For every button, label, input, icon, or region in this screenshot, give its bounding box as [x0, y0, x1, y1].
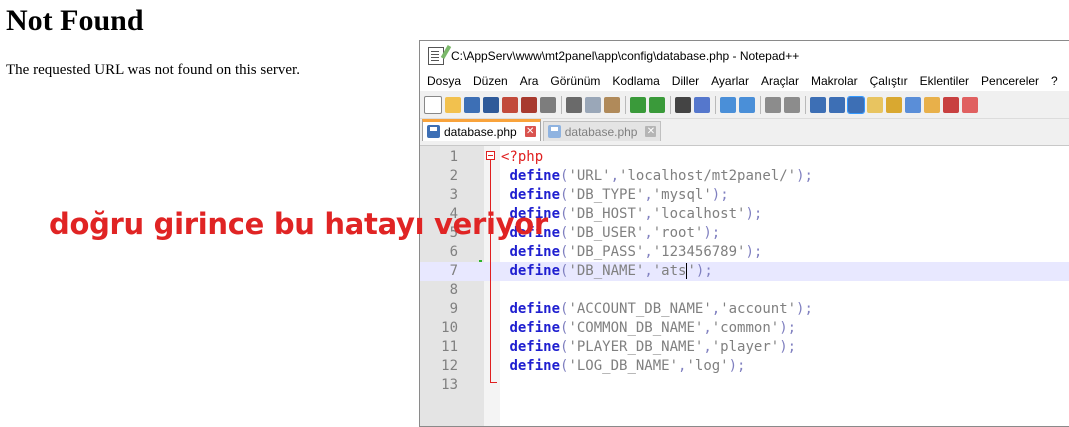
sync-vertical-icon[interactable]	[765, 96, 781, 113]
paste-icon[interactable]	[604, 96, 620, 113]
close-icon[interactable]	[502, 96, 518, 113]
code-line[interactable]: 3 define('DB_TYPE','mysql');	[420, 186, 1069, 205]
close-all-icon[interactable]	[521, 96, 537, 113]
print-icon[interactable]	[540, 96, 556, 113]
code-lines[interactable]: 1 <?php 2 define('URL','localhost/mt2panel…	[420, 148, 1069, 395]
code-text: define('PLAYER_DB_NAME','player');	[509, 339, 797, 355]
notepad-app-icon	[428, 46, 444, 65]
cut-icon[interactable]	[566, 96, 582, 113]
find-icon[interactable]	[675, 96, 691, 113]
code-text: define('URL','localhost/mt2panel/');	[509, 168, 813, 184]
code-text: define('LOG_DB_NAME','log');	[509, 358, 746, 374]
indent-guide-icon[interactable]	[847, 95, 865, 114]
line-number: 13	[441, 377, 458, 393]
line-number: 2	[449, 168, 458, 184]
function-list-icon[interactable]	[905, 96, 921, 113]
fold-collapse-icon[interactable]	[486, 151, 495, 160]
menu-item-1[interactable]: Düzen	[467, 74, 514, 88]
redo-icon[interactable]	[649, 96, 665, 113]
line-number: 8	[449, 282, 458, 298]
line-number: 1	[449, 149, 458, 165]
sync-horizontal-icon[interactable]	[784, 96, 800, 113]
menu-item-4[interactable]: Kodlama	[606, 74, 665, 88]
code-line[interactable]: 10 define('COMMON_DB_NAME','common');	[420, 319, 1069, 338]
menu-item-11[interactable]: Pencereler	[975, 74, 1045, 88]
macro-record-icon[interactable]	[962, 96, 978, 113]
code-editor[interactable]: 1 <?php 2 define('URL','localhost/mt2panel…	[420, 145, 1069, 426]
document-map-icon[interactable]	[886, 96, 902, 113]
file-save-state-icon	[427, 125, 440, 138]
code-line[interactable]: 9 define('ACCOUNT_DB_NAME','account');	[420, 300, 1069, 319]
zoom-out-icon[interactable]	[739, 96, 755, 113]
code-text: <?php	[501, 149, 544, 165]
code-text: define('DB_TYPE','mysql');	[509, 187, 729, 203]
toolbar-separator	[561, 95, 562, 114]
toolbar-separator	[625, 95, 626, 114]
code-line[interactable]: 7 define('DB_NAME','ats');	[420, 262, 1069, 281]
open-file-icon[interactable]	[445, 96, 461, 113]
menu-bar: Dosya Düzen Ara Görünüm Kodlama Diller Ayarlar…	[420, 70, 1069, 91]
title-bar[interactable]: C:\AppServ\www\mt2panel\app\config\datab…	[420, 41, 1069, 70]
line-number: 3	[449, 187, 458, 203]
copy-icon[interactable]	[585, 96, 601, 113]
toolbar-separator	[670, 95, 671, 114]
line-number: 6	[449, 244, 458, 260]
file-save-state-icon	[547, 125, 561, 138]
menu-item-12[interactable]: ?	[1045, 74, 1064, 88]
replace-icon[interactable]	[694, 96, 710, 113]
menu-item-10[interactable]: Eklentiler	[914, 74, 975, 88]
annotation-text: doğru girince bu hatayı veriyor	[49, 207, 548, 241]
user-language-icon[interactable]	[867, 96, 883, 113]
new-file-icon[interactable]	[424, 95, 442, 114]
tab-database-php-1[interactable]: database.php ✕	[422, 119, 541, 141]
menu-item-5[interactable]: Diller	[666, 74, 705, 88]
line-number: 9	[449, 301, 458, 317]
fold-end	[490, 382, 497, 383]
menu-item-7[interactable]: Araçlar	[755, 74, 805, 88]
code-text: define('ACCOUNT_DB_NAME','account');	[509, 301, 813, 317]
menu-item-6[interactable]: Ayarlar	[705, 74, 755, 88]
code-line[interactable]: 11 define('PLAYER_DB_NAME','player');	[420, 338, 1069, 357]
save-all-icon[interactable]	[483, 96, 499, 113]
show-all-chars-icon[interactable]	[829, 96, 845, 113]
menu-item-2[interactable]: Ara	[514, 74, 545, 88]
menu-item-0[interactable]: Dosya	[421, 74, 467, 88]
line-number: 7	[449, 263, 458, 279]
close-tab-icon[interactable]: ✕	[645, 126, 657, 137]
tab-label: database.php	[564, 124, 638, 139]
toolbar-separator	[760, 95, 761, 114]
tab-label: database.php	[444, 124, 517, 139]
tab-database-php-2[interactable]: database.php ✕	[542, 121, 662, 141]
code-line[interactable]: 1 <?php	[420, 148, 1069, 167]
toolbar-separator	[805, 95, 806, 114]
page-title: Not Found	[6, 4, 144, 37]
error-message: The requested URL was not found on this …	[6, 62, 300, 78]
folder-workspace-icon[interactable]	[924, 96, 940, 113]
code-line[interactable]: 13	[420, 376, 1069, 395]
line-number: 11	[441, 339, 458, 355]
tab-bar: database.php ✕ database.php ✕	[420, 119, 1069, 141]
line-number: 12	[441, 358, 458, 374]
code-text: define('DB_PASS','123456789');	[509, 244, 763, 260]
close-tab-icon[interactable]: ✕	[524, 126, 536, 137]
code-line[interactable]: 2 define('URL','localhost/mt2panel/');	[420, 167, 1069, 186]
word-wrap-icon[interactable]	[810, 96, 826, 113]
menu-item-9[interactable]: Çalıştır	[864, 74, 914, 88]
code-text: define('COMMON_DB_NAME','common');	[509, 320, 797, 336]
fold-line	[490, 160, 491, 382]
zoom-in-icon[interactable]	[720, 96, 736, 113]
code-line[interactable]: 6 define('DB_PASS','123456789');	[420, 243, 1069, 262]
undo-icon[interactable]	[630, 96, 646, 113]
menu-item-3[interactable]: Görünüm	[544, 74, 606, 88]
code-line[interactable]: 8	[420, 281, 1069, 300]
code-text: define('DB_NAME','ats');	[509, 263, 713, 279]
toolbar	[420, 91, 1069, 119]
window-title: C:\AppServ\www\mt2panel\app\config\datab…	[451, 48, 800, 63]
toolbar-separator	[715, 95, 716, 114]
code-line[interactable]: 12 define('LOG_DB_NAME','log');	[420, 357, 1069, 376]
menu-item-8[interactable]: Makrolar	[805, 74, 864, 88]
monitoring-icon[interactable]	[943, 96, 959, 113]
line-number: 10	[441, 320, 458, 336]
save-icon[interactable]	[464, 96, 480, 113]
